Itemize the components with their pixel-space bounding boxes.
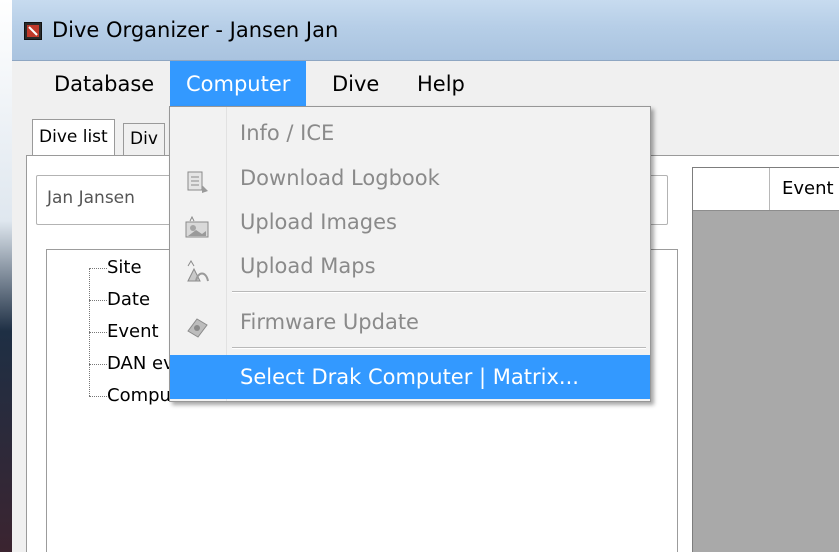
tree-item-date[interactable]: Date bbox=[107, 284, 150, 316]
tree-branch bbox=[89, 268, 107, 269]
logbook-icon bbox=[184, 166, 210, 193]
menu-help[interactable]: Help bbox=[401, 61, 481, 107]
menu-item-label: Download Logbook bbox=[240, 166, 440, 190]
menu-item-label: Info / ICE bbox=[240, 121, 335, 145]
menu-item-label: Firmware Update bbox=[240, 310, 419, 334]
diver-name: Jan Jansen bbox=[47, 188, 135, 208]
menu-database[interactable]: Database bbox=[38, 61, 170, 107]
menu-item-label: Upload Images bbox=[240, 210, 397, 234]
image-upload-icon bbox=[184, 210, 210, 238]
menu-separator bbox=[232, 291, 646, 293]
firmware-icon bbox=[184, 310, 210, 338]
app-icon bbox=[24, 22, 42, 40]
menu-item-info-ice[interactable]: Info / ICE bbox=[170, 111, 650, 155]
tab-dive-list[interactable]: Dive list bbox=[32, 119, 115, 155]
grid-header: Event bbox=[693, 168, 839, 211]
map-upload-icon bbox=[184, 254, 210, 282]
menu-item-select-drak-computer[interactable]: Select Drak Computer | Matrix... bbox=[170, 355, 650, 399]
tree-item-event[interactable]: Event bbox=[107, 316, 159, 348]
tab-dive[interactable]: Div bbox=[123, 123, 165, 155]
menu-item-label: Select Drak Computer | Matrix... bbox=[240, 365, 579, 389]
window-title: Dive Organizer - Jansen Jan bbox=[52, 18, 339, 42]
menu-computer[interactable]: Computer bbox=[170, 61, 307, 107]
menu-item-upload-maps[interactable]: Upload Maps bbox=[170, 244, 650, 288]
tree-branch bbox=[89, 332, 107, 333]
tree-branch bbox=[89, 396, 107, 397]
desktop-background-strip bbox=[0, 0, 12, 552]
tree-item-site[interactable]: Site bbox=[107, 252, 142, 284]
menu-bar: Database Computer Dive Help bbox=[12, 61, 839, 108]
menu-separator bbox=[232, 347, 646, 349]
event-grid[interactable]: Event bbox=[692, 167, 839, 552]
menu-item-label: Upload Maps bbox=[240, 254, 376, 278]
menu-dive[interactable]: Dive bbox=[316, 61, 395, 107]
tree-branch bbox=[89, 364, 107, 365]
menu-item-firmware-update[interactable]: Firmware Update bbox=[170, 300, 650, 344]
computer-menu-dropdown: Info / ICE Download Logbook Upload Image… bbox=[169, 106, 651, 402]
menu-item-download-logbook[interactable]: Download Logbook bbox=[170, 156, 650, 200]
menu-item-upload-images[interactable]: Upload Images bbox=[170, 200, 650, 244]
column-header-event[interactable]: Event bbox=[769, 168, 834, 210]
title-bar[interactable]: Dive Organizer - Jansen Jan bbox=[12, 0, 839, 61]
dive-organizer-window: Dive Organizer - Jansen Jan Database Com… bbox=[12, 0, 839, 552]
tree-item-dan[interactable]: DAN ev bbox=[107, 348, 174, 380]
tree-branch bbox=[89, 300, 107, 301]
